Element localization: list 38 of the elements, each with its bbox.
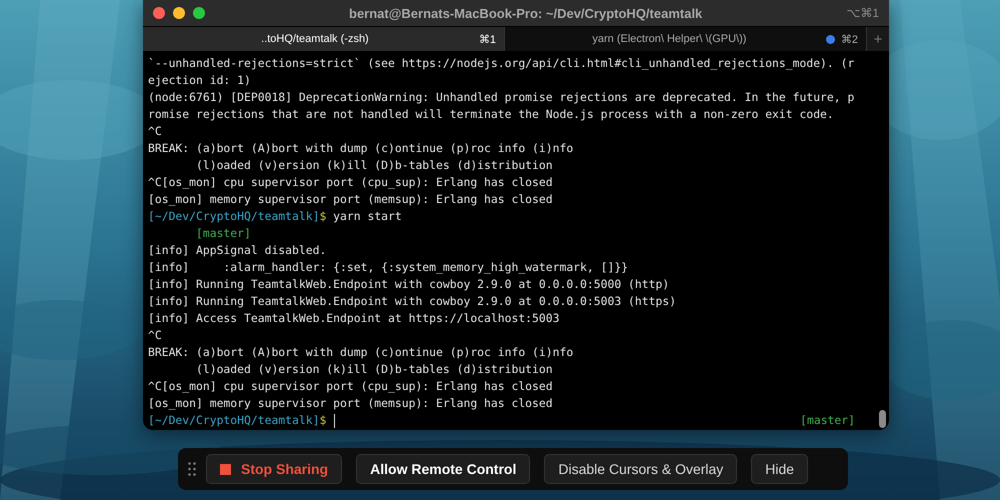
terminal-line: [info] :alarm_handler: {:set, {:system_memory_high_watermark, []}} xyxy=(148,259,628,276)
terminal-line: (l)oaded (v)ersion (k)ill (D)b-tables (d)istribution xyxy=(195,157,553,174)
activity-dot xyxy=(826,34,835,44)
terminal-line: [info] Access TeamtalkWeb.Endpoint at https://localhost:5003 xyxy=(148,310,560,327)
window-shortcut: ⌥⌘1 xyxy=(846,6,879,20)
terminal-line: [master] xyxy=(195,225,251,242)
terminal-line: [os_mon] memory supervisor port (memsup): Erlang has closed xyxy=(148,191,553,208)
branch-status: [master] xyxy=(800,412,855,429)
terminal-line: [info] Running TeamtalkWeb.Endpoint with cowboy 2.9.0 at 0.0.0.0:5003 (https) xyxy=(148,293,676,310)
close-icon[interactable] xyxy=(153,7,165,19)
terminal-line: ^C[os_mon] cpu supervisor port (cpu_sup): Erlang has closed xyxy=(148,378,553,395)
toolbar-button[interactable]: Disable Cursors & Overlay xyxy=(544,454,738,484)
terminal-line: romise rejections that are not handled will terminate the Node.js process with a non-zero exit code. xyxy=(148,106,834,123)
terminal-line: [~/Dev/CryptoHQ/teamtalk]$ yarn start xyxy=(148,208,402,225)
minimize-icon[interactable] xyxy=(173,7,185,19)
window-title: bernat@Bernats-MacBook-Pro: ~/Dev/CryptoHQ/teamtalk xyxy=(348,6,704,20)
terminal-line: [info] Running TeamtalkWeb.Endpoint with cowboy 2.9.0 at 0.0.0.0:5000 (http) xyxy=(148,276,670,293)
terminal-line: ejection id: 1) xyxy=(148,72,251,89)
scrollbar[interactable] xyxy=(879,410,886,428)
new-tab-button[interactable]: + xyxy=(867,27,889,51)
terminal-line: (l)oaded (v)ersion (k)ill (D)b-tables (d)istribution xyxy=(195,361,553,378)
terminal-tab[interactable]: ..toHQ/teamtalk (-zsh) ⌘1 xyxy=(143,27,505,51)
terminal-line: ^C xyxy=(148,327,162,344)
terminal-line: [info] AppSignal disabled. xyxy=(148,242,326,259)
terminal-line: ^C[os_mon] cpu supervisor port (cpu_sup): Erlang has closed xyxy=(148,174,553,191)
zoom-icon[interactable] xyxy=(193,7,205,19)
terminal-line: [os_mon] memory supervisor port (memsup): Erlang has closed xyxy=(148,395,553,412)
terminal-line: ^C xyxy=(148,123,162,140)
toolbar-button[interactable]: Hide xyxy=(751,454,808,484)
stop-icon xyxy=(220,464,231,474)
terminal-line: `--unhandled-rejections=strict` (see https://nodejs.org/api/cli.html#cli_unhandled_rejections_mode). (r xyxy=(148,55,854,72)
terminal-line: BREAK: (a)bort (A)bort with dump (c)ontinue (p)roc info (i)nfo xyxy=(148,140,574,157)
terminal-line: [~/Dev/CryptoHQ/teamtalk]$ xyxy=(148,412,326,429)
toolbar-button[interactable]: Allow Remote Control xyxy=(356,454,530,484)
terminal-line: BREAK: (a)bort (A)bort with dump (c)ontinue (p)roc info (i)nfo xyxy=(148,344,574,361)
toolbar-button[interactable]: Stop Sharing xyxy=(206,454,342,484)
terminal-line: (node:6761) [DEP0018] DeprecationWarning: Unhandled promise rejections are deprecated. In the future, p xyxy=(148,89,854,106)
drag-handle-icon[interactable] xyxy=(188,462,196,476)
